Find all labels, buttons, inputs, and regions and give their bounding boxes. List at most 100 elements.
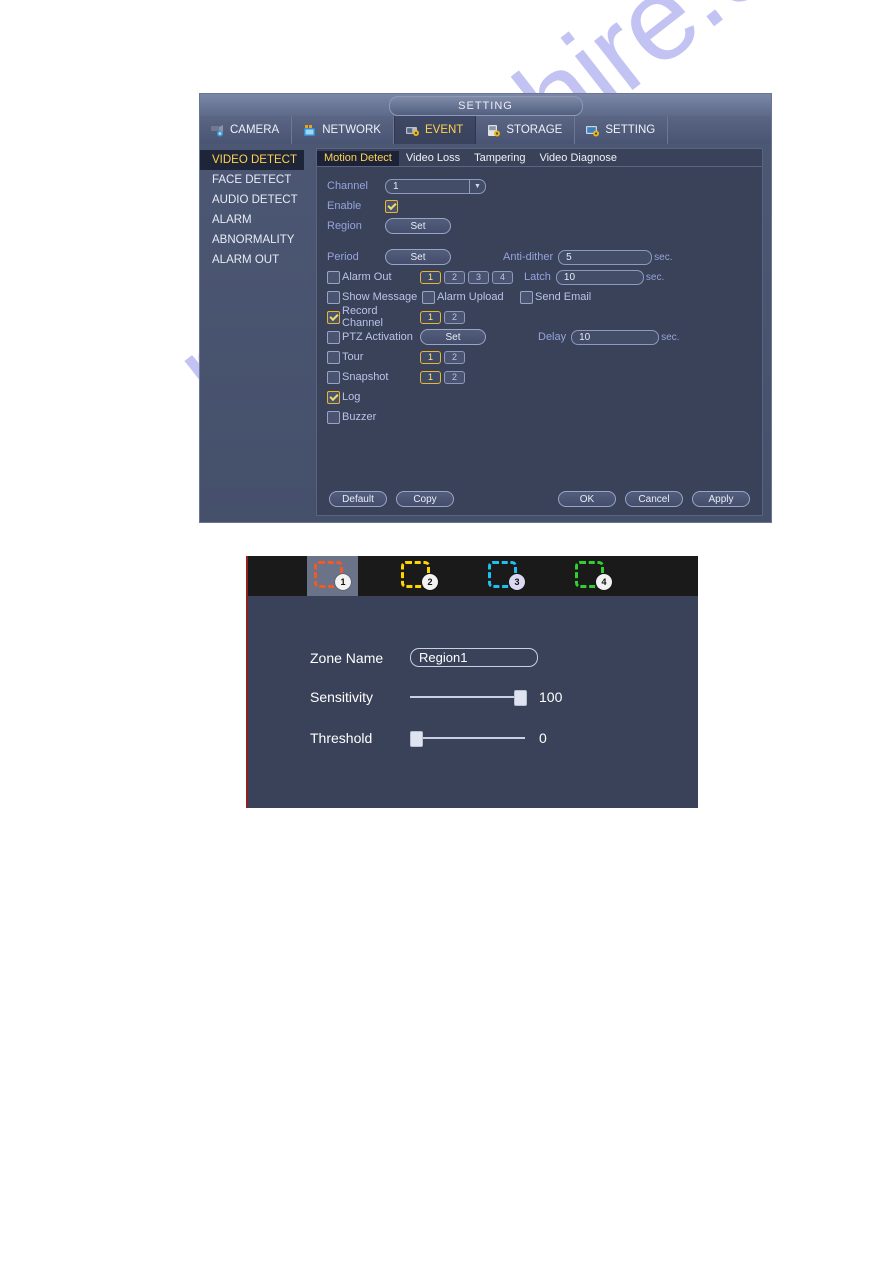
sidebar-item-alarm-out[interactable]: ALARM OUT — [200, 250, 316, 270]
latch-unit: sec. — [645, 271, 665, 283]
zone-badge-1: 1 — [335, 574, 351, 590]
sidebar-item-face-detect[interactable]: FACE DETECT — [200, 170, 316, 190]
alarm-out-box-1[interactable]: 1 — [420, 270, 441, 284]
record-channel-box-1[interactable]: 1 — [420, 310, 441, 324]
sub-tab-strip[interactable]: Motion Detect Video Loss Tampering Video… — [317, 149, 762, 167]
tab-setting[interactable]: SETTING — [575, 116, 669, 144]
threshold-thumb[interactable] — [410, 731, 423, 747]
tab-camera[interactable]: CAMERA — [200, 116, 293, 144]
sensitivity-value: 100 — [539, 689, 563, 705]
tab-video-loss[interactable]: Video Loss — [399, 151, 467, 166]
setting-window: SETTING CAMERA NETWORK EVENT STORAGE SET… — [199, 93, 772, 523]
anti-dither-unit: sec. — [654, 251, 673, 263]
tab-storage[interactable]: STORAGE — [476, 116, 576, 144]
tab-network-label: NETWORK — [322, 124, 381, 136]
snapshot-label: Snapshot — [342, 371, 389, 383]
window-title-bar: SETTING — [200, 94, 771, 116]
latch-input[interactable]: 10 — [555, 269, 644, 285]
send-email-checkbox[interactable] — [520, 290, 533, 304]
sidebar-item-label: AUDIO DETECT — [212, 194, 298, 206]
threshold-slider[interactable] — [410, 731, 525, 747]
delay-input[interactable]: 10 — [571, 329, 660, 345]
row-sensitivity: Sensitivity 100 — [310, 689, 563, 706]
tab-network[interactable]: NETWORK — [292, 116, 394, 144]
record-channel-label: Record Channel — [342, 305, 383, 329]
zone-settings-body: Zone Name Region1 Sensitivity 100 Thresh… — [248, 596, 698, 808]
row-tour: Tour 1 2 — [327, 347, 762, 367]
sidebar-item-audio-detect[interactable]: AUDIO DETECT — [200, 190, 316, 210]
zone-tab-1[interactable]: 1 — [307, 556, 358, 596]
sidebar-item-alarm[interactable]: ALARM — [200, 210, 316, 230]
ptz-set-button[interactable]: Set — [420, 329, 486, 345]
show-message-checkbox[interactable] — [327, 290, 340, 304]
record-channel-checkbox[interactable] — [327, 310, 340, 324]
tour-checkbox[interactable] — [327, 350, 340, 364]
sensitivity-slider[interactable] — [410, 690, 527, 706]
zone-tab-3[interactable]: 3 — [481, 556, 532, 596]
zone-tab-4[interactable]: 4 — [568, 556, 619, 596]
region-label: Region — [327, 220, 362, 232]
sidebar-item-abnormality[interactable]: ABNORMALITY — [200, 230, 316, 250]
tab-event[interactable]: EVENT — [393, 116, 477, 144]
channel-select[interactable]: 1 ▼ — [385, 178, 486, 194]
zone-tab-strip[interactable]: 1 2 3 4 — [248, 556, 698, 596]
log-checkbox[interactable] — [327, 390, 340, 404]
row-snapshot: Snapshot 1 2 — [327, 367, 762, 387]
tour-box-1[interactable]: 1 — [420, 350, 441, 364]
cancel-button[interactable]: Cancel — [625, 491, 683, 507]
ptz-activation-label: PTZ Activation — [342, 331, 413, 343]
threshold-label: Threshold — [310, 730, 373, 746]
snapshot-box-2[interactable]: 2 — [444, 370, 465, 384]
anti-dither-input[interactable]: 5 — [558, 249, 653, 265]
snapshot-box-1[interactable]: 1 — [420, 370, 441, 384]
copy-button[interactable]: Copy — [396, 491, 454, 507]
zone-name-label: Zone Name — [310, 649, 384, 666]
button-bar: Default Copy OK Cancel Apply — [317, 491, 762, 507]
zone-badge-2: 2 — [422, 574, 438, 590]
alarm-out-box-2[interactable]: 2 — [444, 270, 465, 284]
row-channel: Channel 1 ▼ — [327, 176, 762, 196]
tab-video-diagnose[interactable]: Video Diagnose — [532, 151, 623, 166]
show-message-label: Show Message — [342, 291, 418, 303]
sidebar-item-label: VIDEO DETECT — [212, 154, 297, 166]
tour-label: Tour — [342, 351, 364, 363]
alarm-out-checkbox[interactable] — [327, 270, 340, 284]
row-threshold: Threshold 0 — [310, 730, 547, 747]
tab-motion-detect[interactable]: Motion Detect — [317, 151, 399, 166]
alarm-out-box-3[interactable]: 3 — [468, 270, 489, 284]
ptz-activation-checkbox[interactable] — [327, 330, 340, 344]
region-set-button[interactable]: Set — [385, 218, 451, 234]
snapshot-checkbox[interactable] — [327, 370, 340, 384]
tab-tampering[interactable]: Tampering — [467, 151, 532, 166]
period-set-button[interactable]: Set — [385, 249, 451, 265]
row-alarm-out: Alarm Out 1 2 3 4 Latch 10 sec. — [327, 267, 762, 287]
zone-name-input[interactable]: Region1 — [410, 648, 538, 667]
tour-box-2[interactable]: 2 — [444, 350, 465, 364]
chevron-down-icon: ▼ — [469, 178, 485, 194]
enable-label: Enable — [327, 200, 362, 212]
alarm-upload-checkbox[interactable] — [422, 290, 435, 304]
sidebar: VIDEO DETECT FACE DETECT AUDIO DETECT AL… — [200, 144, 316, 524]
main-tab-strip[interactable]: CAMERA NETWORK EVENT STORAGE SETTING — [200, 116, 771, 144]
camera-icon — [210, 124, 225, 137]
sidebar-item-video-detect[interactable]: VIDEO DETECT — [200, 150, 304, 170]
sensitivity-thumb[interactable] — [514, 690, 527, 706]
network-icon — [302, 124, 317, 137]
tab-camera-label: CAMERA — [230, 124, 280, 136]
tab-event-label: EVENT — [424, 124, 464, 136]
content-panel: Motion Detect Video Loss Tampering Video… — [316, 148, 763, 516]
alarm-out-box-4[interactable]: 4 — [492, 270, 513, 284]
record-channel-box-2[interactable]: 2 — [444, 310, 465, 324]
delay-unit: sec. — [661, 331, 680, 343]
apply-button[interactable]: Apply — [692, 491, 750, 507]
zone-tab-2[interactable]: 2 — [394, 556, 445, 596]
sidebar-item-label: ALARM — [212, 214, 252, 226]
ok-button[interactable]: OK — [558, 491, 616, 507]
storage-icon — [486, 124, 501, 137]
default-button[interactable]: Default — [329, 491, 387, 507]
buzzer-checkbox[interactable] — [327, 410, 340, 424]
enable-checkbox[interactable] — [385, 199, 398, 213]
zone-badge-3: 3 — [509, 574, 525, 590]
sidebar-item-label: ABNORMALITY — [212, 234, 295, 246]
threshold-track — [410, 737, 525, 739]
